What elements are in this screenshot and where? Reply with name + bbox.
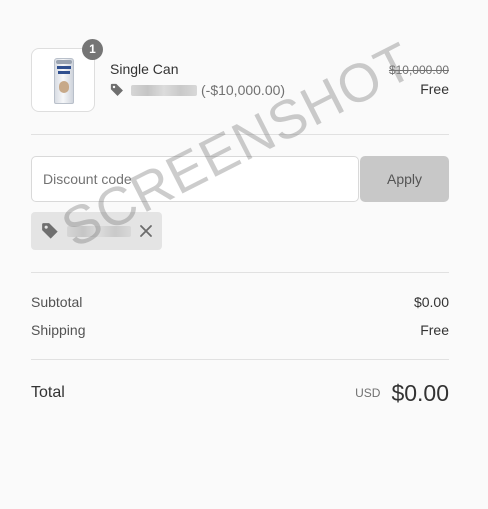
total-amount: $0.00	[391, 379, 449, 406]
discount-form: Apply	[31, 156, 449, 202]
tag-icon	[110, 83, 123, 96]
close-icon[interactable]	[137, 222, 155, 240]
currency-code: USD	[355, 386, 381, 400]
shipping-label: Shipping	[31, 322, 86, 338]
apply-button[interactable]: Apply	[360, 156, 449, 202]
original-price: $10,000.00	[388, 63, 449, 77]
discount-amount: (-$10,000.00)	[201, 82, 286, 98]
subtotal-row: Subtotal $0.00	[31, 294, 449, 310]
line-discount: (-$10,000.00)	[110, 81, 285, 99]
quantity-badge: 1	[82, 39, 103, 60]
tag-icon	[42, 223, 58, 239]
divider	[31, 134, 449, 135]
product-name: Single Can	[110, 61, 179, 77]
divider	[31, 359, 449, 360]
redacted-code	[67, 225, 131, 237]
order-summary: 1 Single Can (-$10,000.00) $10,000.00 Fr…	[31, 39, 449, 408]
total-label: Total	[31, 384, 65, 401]
applied-discount-chip	[31, 212, 162, 250]
final-price: Free	[420, 81, 449, 97]
redacted-code	[131, 84, 197, 96]
beverage-can-image	[54, 58, 74, 104]
subtotal-label: Subtotal	[31, 294, 83, 310]
discount-code-input[interactable]	[31, 156, 359, 202]
line-item: 1 Single Can (-$10,000.00) $10,000.00 Fr…	[31, 39, 449, 112]
shipping-row: Shipping Free	[31, 322, 449, 338]
divider	[31, 272, 449, 273]
shipping-value: Free	[420, 322, 449, 338]
total-row: Total USD $0.00	[31, 378, 449, 408]
subtotal-value: $0.00	[413, 294, 449, 310]
